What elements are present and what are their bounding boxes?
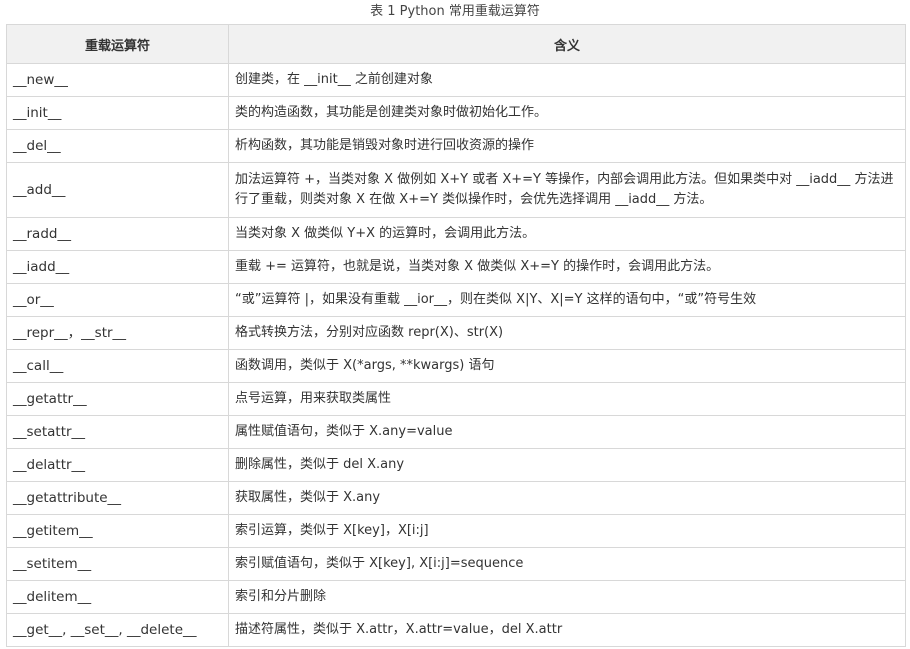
header-meaning: 含义 [228, 24, 906, 64]
operator-cell: __setattr__ [6, 415, 229, 449]
meaning-cell: 索引赋值语句，类似于 X[key], X[i:j]=sequence [228, 547, 906, 581]
table-row: __getattr__ 点号运算，用来获取类属性 [6, 382, 906, 416]
meaning-cell: 点号运算，用来获取类属性 [228, 382, 906, 416]
table-row: __radd__ 当类对象 X 做类似 Y+X 的运算时，会调用此方法。 [6, 217, 906, 251]
operator-cell: __or__ [6, 283, 229, 317]
meaning-cell: 当类对象 X 做类似 Y+X 的运算时，会调用此方法。 [228, 217, 906, 251]
operator-cell: __delattr__ [6, 448, 229, 482]
operator-cell: __getattribute__ [6, 481, 229, 515]
meaning-cell: 重载 += 运算符，也就是说，当类对象 X 做类似 X+=Y 的操作时，会调用此… [228, 250, 906, 284]
table-row: __or__ “或”运算符 |，如果没有重载 __ior__，则在类似 X|Y、… [6, 283, 906, 317]
operator-cell: __getattr__ [6, 382, 229, 416]
operator-cell: __repr__，__str__ [6, 316, 229, 350]
operator-cell: __add__ [6, 162, 229, 218]
meaning-cell: 类的构造函数，其功能是创建类对象时做初始化工作。 [228, 96, 906, 130]
table-row: __del__ 析构函数，其功能是销毁对象时进行回收资源的操作 [6, 129, 906, 163]
operator-cell: __radd__ [6, 217, 229, 251]
table-caption: 表 1 Python 常用重载运算符 [370, 4, 540, 19]
operator-cell: __call__ [6, 349, 229, 383]
operator-cell: __iadd__ [6, 250, 229, 284]
operator-cell: __get__, __set__, __delete__ [6, 613, 229, 647]
meaning-cell: “或”运算符 |，如果没有重载 __ior__，则在类似 X|Y、X|=Y 这样… [228, 283, 906, 317]
table-row: __iadd__ 重载 += 运算符，也就是说，当类对象 X 做类似 X+=Y … [6, 250, 906, 284]
meaning-cell: 析构函数，其功能是销毁对象时进行回收资源的操作 [228, 129, 906, 163]
meaning-cell: 加法运算符 +，当类对象 X 做例如 X+Y 或者 X+=Y 等操作，内部会调用… [228, 162, 906, 218]
table-row: __new__ 创建类，在 __init__ 之前创建对象 [6, 63, 906, 97]
operator-table: 重载运算符 含义 __new__ 创建类，在 __init__ 之前创建对象 _… [6, 24, 906, 647]
meaning-cell: 创建类，在 __init__ 之前创建对象 [228, 63, 906, 97]
table-row: __add__ 加法运算符 +，当类对象 X 做例如 X+Y 或者 X+=Y 等… [6, 162, 906, 218]
operator-cell: __setitem__ [6, 547, 229, 581]
table-row: __call__ 函数调用，类似于 X(*args, **kwargs) 语句 [6, 349, 906, 383]
table-row: __get__, __set__, __delete__ 描述符属性，类似于 X… [6, 613, 906, 647]
operator-cell: __del__ [6, 129, 229, 163]
meaning-cell: 格式转换方法，分别对应函数 repr(X)、str(X) [228, 316, 906, 350]
meaning-cell: 属性赋值语句，类似于 X.any=value [228, 415, 906, 449]
meaning-cell: 函数调用，类似于 X(*args, **kwargs) 语句 [228, 349, 906, 383]
table-row: __repr__，__str__ 格式转换方法，分别对应函数 repr(X)、s… [6, 316, 906, 350]
table-row: __getitem__ 索引运算，类似于 X[key]，X[i:j] [6, 514, 906, 548]
header-operator: 重载运算符 [6, 24, 229, 64]
operator-cell: __delitem__ [6, 580, 229, 614]
table-row: __setattr__ 属性赋值语句，类似于 X.any=value [6, 415, 906, 449]
meaning-cell: 描述符属性，类似于 X.attr，X.attr=value，del X.attr [228, 613, 906, 647]
table-header-row: 重载运算符 含义 [6, 24, 906, 64]
meaning-cell: 删除属性，类似于 del X.any [228, 448, 906, 482]
operator-cell: __new__ [6, 63, 229, 97]
table-row: __getattribute__ 获取属性，类似于 X.any [6, 481, 906, 515]
table-row: __delattr__ 删除属性，类似于 del X.any [6, 448, 906, 482]
meaning-cell: 获取属性，类似于 X.any [228, 481, 906, 515]
operator-cell: __getitem__ [6, 514, 229, 548]
meaning-cell: 索引运算，类似于 X[key]，X[i:j] [228, 514, 906, 548]
table-row: __setitem__ 索引赋值语句，类似于 X[key], X[i:j]=se… [6, 547, 906, 581]
table-row: __init__ 类的构造函数，其功能是创建类对象时做初始化工作。 [6, 96, 906, 130]
meaning-cell: 索引和分片删除 [228, 580, 906, 614]
operator-cell: __init__ [6, 96, 229, 130]
table-row: __delitem__ 索引和分片删除 [6, 580, 906, 614]
